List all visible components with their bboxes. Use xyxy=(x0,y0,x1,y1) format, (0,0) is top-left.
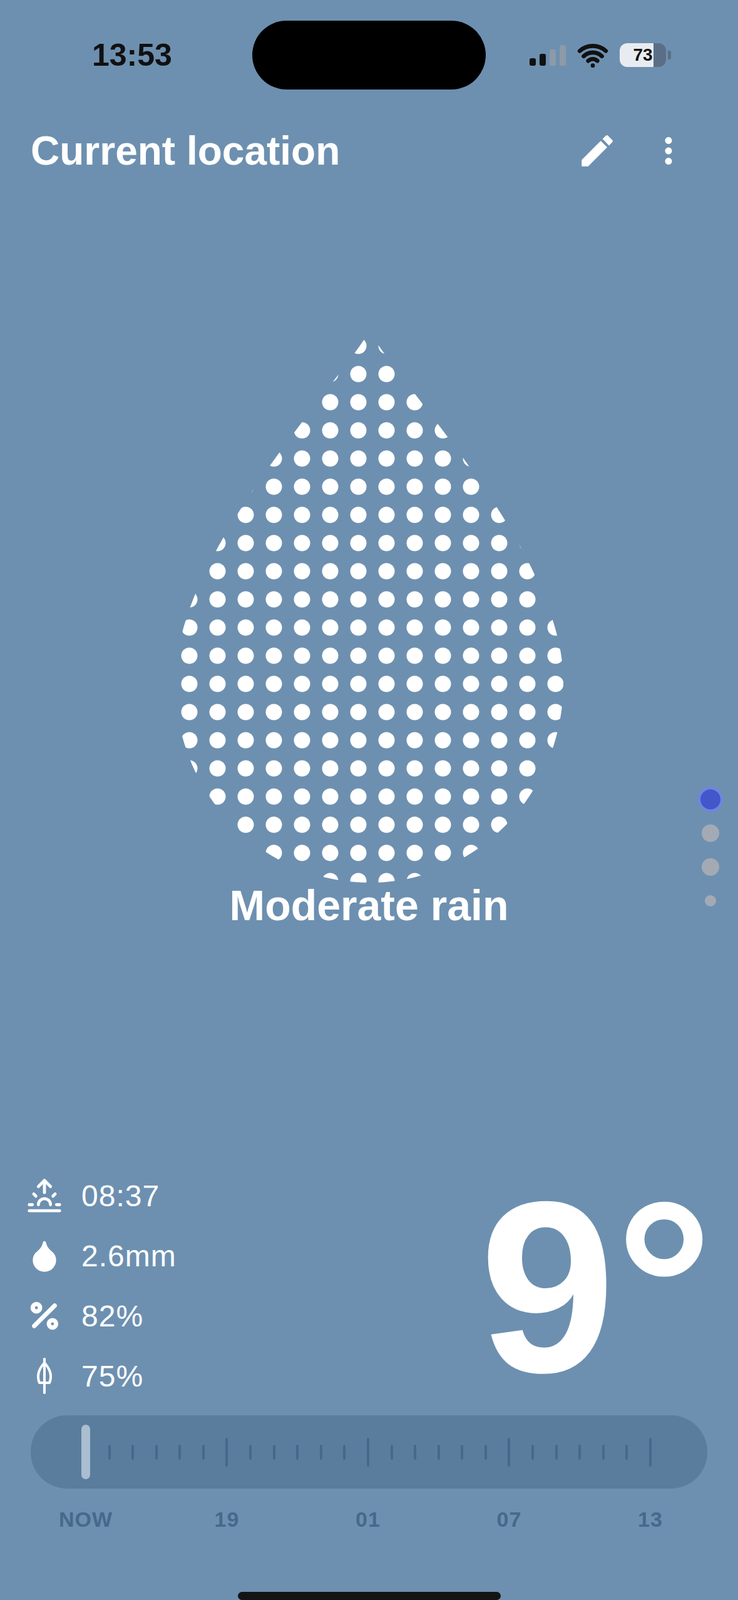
timeline-tick xyxy=(437,1444,441,1460)
stat-row: 08:37 xyxy=(25,1165,177,1226)
timeline-tick xyxy=(507,1437,511,1467)
timeline-tick xyxy=(108,1444,111,1460)
timeline-tick xyxy=(366,1437,370,1467)
umbrella-icon xyxy=(30,1356,59,1396)
status-icons: 73 xyxy=(529,39,672,71)
timeline-label: 13 xyxy=(637,1507,663,1532)
timeline-label: 07 xyxy=(497,1507,523,1532)
more-button[interactable] xyxy=(647,130,690,172)
stat-row: 75% xyxy=(25,1345,177,1406)
timeline-tick xyxy=(578,1444,581,1460)
page-dot[interactable] xyxy=(701,858,720,876)
header: Current location xyxy=(0,110,738,192)
timeline-tick xyxy=(649,1437,652,1467)
page-slot xyxy=(697,782,723,817)
edit-button[interactable] xyxy=(576,130,618,172)
stat-icon-box xyxy=(25,1296,64,1336)
details-row: 08:37 2.6mm 82% 75% 9° xyxy=(0,1165,738,1406)
battery-reading: 73 xyxy=(632,45,653,66)
timeline-tick xyxy=(178,1444,181,1460)
timeline-label: 01 xyxy=(355,1507,381,1532)
timeline-tick xyxy=(202,1444,205,1460)
timeline-label: 19 xyxy=(214,1507,240,1532)
timeline-tick xyxy=(625,1444,628,1460)
page-slot xyxy=(697,883,723,918)
wifi-icon xyxy=(577,39,609,71)
timeline-tick xyxy=(225,1437,228,1467)
signal-bar xyxy=(529,58,536,66)
timeline-label: NOW xyxy=(58,1507,113,1532)
timeline-tick xyxy=(484,1444,487,1460)
signal-bar xyxy=(539,53,546,66)
timeline-tick xyxy=(602,1444,605,1460)
raindrop-icon xyxy=(175,331,564,883)
stat-value: 08:37 xyxy=(81,1178,160,1214)
timeline-tick xyxy=(555,1444,558,1460)
timeline-tick xyxy=(272,1444,276,1460)
page-slot xyxy=(697,816,723,851)
more-vertical-icon xyxy=(647,130,690,172)
timeline-tick xyxy=(296,1444,299,1460)
stat-row: 2.6mm xyxy=(25,1225,177,1286)
stat-icon-box xyxy=(25,1356,64,1396)
timeline-tick xyxy=(319,1444,323,1460)
status-time: 13:53 xyxy=(92,36,253,74)
stat-value: 75% xyxy=(81,1358,144,1394)
stat-value: 82% xyxy=(81,1298,144,1334)
percent-icon xyxy=(26,1298,62,1334)
condition-label: Moderate rain xyxy=(0,880,738,932)
status-bar: 13:53 73 xyxy=(0,0,738,111)
battery-body: 73 xyxy=(619,43,667,67)
home-indicator[interactable] xyxy=(237,1591,501,1600)
page-indicator xyxy=(697,782,723,918)
page-dot[interactable] xyxy=(697,786,723,812)
temperature: 9° xyxy=(479,1193,713,1381)
timeline-tick xyxy=(413,1444,417,1460)
timeline-tick xyxy=(343,1444,346,1460)
stat-value: 2.6mm xyxy=(81,1238,177,1274)
timeline-tick xyxy=(155,1444,158,1460)
stat-list: 08:37 2.6mm 82% 75% xyxy=(25,1165,177,1406)
pencil-icon xyxy=(576,130,618,172)
timeline-thumb[interactable] xyxy=(81,1424,91,1480)
condition-graphic xyxy=(0,331,738,883)
droplet-icon xyxy=(26,1238,62,1274)
timeline-tick xyxy=(249,1444,252,1460)
dynamic-island xyxy=(252,20,486,90)
location-title: Current location xyxy=(30,127,340,175)
signal-icon xyxy=(529,44,566,66)
timeline-tick xyxy=(531,1444,534,1460)
weather-screen: 13:53 73 Current location Moderate rain 08:3… xyxy=(0,0,738,1600)
header-actions xyxy=(576,130,690,172)
timeline-tick xyxy=(390,1444,394,1460)
tick-row xyxy=(84,1415,652,1489)
sunrise-icon xyxy=(26,1177,63,1214)
timeline-tick xyxy=(460,1444,464,1460)
battery-icon: 73 xyxy=(619,43,672,67)
timeline-slider[interactable] xyxy=(30,1415,708,1489)
page-dot[interactable] xyxy=(701,824,720,842)
signal-bar xyxy=(559,45,566,66)
timeline-tick xyxy=(131,1444,134,1460)
signal-bar xyxy=(549,49,556,66)
page-slot xyxy=(697,850,723,884)
page-dot[interactable] xyxy=(704,895,717,907)
timeline-labels: NOW 19 01 07 13 xyxy=(30,1507,708,1532)
stat-icon-box xyxy=(25,1176,64,1215)
stat-icon-box xyxy=(25,1236,64,1276)
battery-nub xyxy=(667,50,672,60)
stat-row: 82% xyxy=(25,1285,177,1346)
